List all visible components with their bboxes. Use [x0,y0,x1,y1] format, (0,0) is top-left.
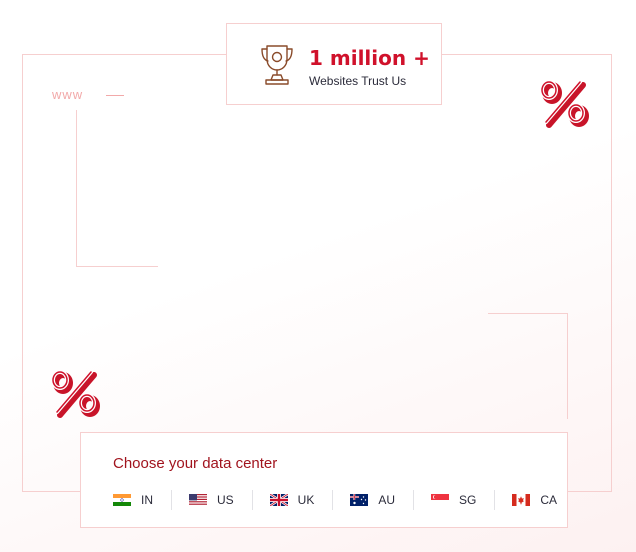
datacenter-option-au[interactable]: AU [350,493,395,507]
datacenter-code: AU [378,493,396,507]
datacenter-options: IN US UK AU SG CA [113,489,557,511]
trophy-icon [261,45,293,85]
datacenter-code: CA [540,493,558,507]
option-divider [251,490,253,510]
datacenter-title: Choose your data center [113,455,278,472]
percent-icon [540,80,589,128]
australia-flag-icon [350,494,369,506]
option-divider [494,490,496,510]
decor-line-horizontal-left [76,266,158,267]
decor-line-horizontal-right [488,313,568,314]
datacenter-card: Choose your data center IN US UK AU SG C… [80,432,568,528]
datacenter-option-in[interactable]: IN [113,493,153,507]
uk-flag-icon [269,494,288,506]
usa-flag-icon [189,494,207,506]
decor-line-vertical-right [567,313,568,419]
percent-icon [51,370,100,418]
www-dash-line [106,95,124,96]
option-divider [171,490,172,510]
canada-flag-icon [512,494,531,506]
trust-badge: 1 million + Websites Trust Us [226,23,442,105]
datacenter-code: SG [459,493,477,507]
singapore-flag-icon [431,494,450,506]
www-label: www [52,87,84,102]
datacenter-code: US [217,493,234,507]
india-flag-icon [113,494,131,506]
datacenter-option-us[interactable]: US [189,493,234,507]
option-divider [332,490,334,510]
datacenter-code: IN [141,493,153,507]
option-divider [413,490,415,510]
trust-count: 1 million + [309,46,430,70]
datacenter-option-ca[interactable]: CA [512,493,557,507]
datacenter-option-sg[interactable]: SG [431,493,476,507]
decor-line-vertical-left [76,110,77,266]
datacenter-code: UK [297,493,315,507]
trust-subtitle: Websites Trust Us [309,74,407,88]
content-frame [22,54,612,492]
datacenter-option-uk[interactable]: UK [269,493,315,507]
